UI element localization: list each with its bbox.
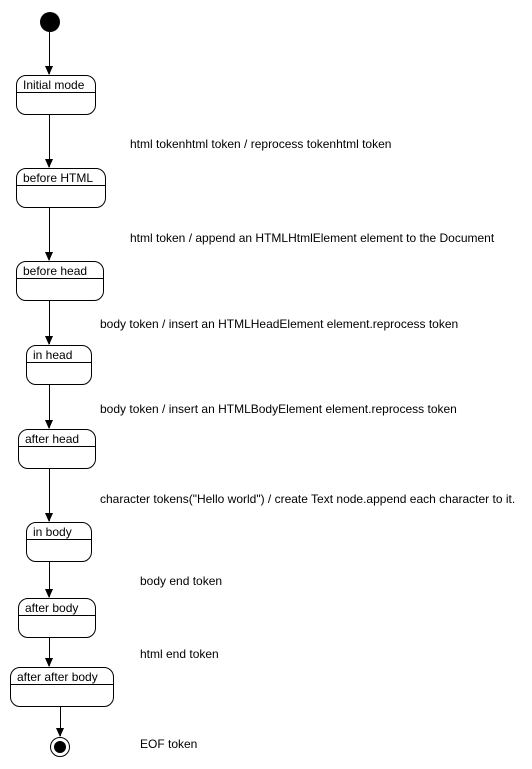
state-after-body: after body bbox=[18, 598, 96, 638]
transition-arrow bbox=[49, 115, 50, 167]
edge-label: character tokens("Hello world") / create… bbox=[100, 493, 515, 506]
state-before-head: before head bbox=[16, 261, 104, 301]
edge-label: html token / append an HTMLHtmlElement e… bbox=[130, 232, 494, 245]
state-in-body: in body bbox=[26, 522, 92, 562]
transition-arrow bbox=[49, 638, 50, 666]
final-state bbox=[50, 737, 70, 757]
state-label: before HTML bbox=[17, 169, 105, 185]
state-label: in head bbox=[27, 346, 91, 362]
transition-arrow bbox=[49, 301, 50, 344]
edge-label: body token / insert an HTMLBodyElement e… bbox=[100, 403, 457, 416]
state-label: Initial mode bbox=[17, 76, 95, 92]
edge-label: body end token bbox=[140, 575, 222, 588]
initial-state bbox=[40, 12, 60, 32]
state-label: after head bbox=[19, 430, 95, 446]
edge-label: html tokenhtml token / reprocess tokenht… bbox=[130, 138, 391, 151]
state-body bbox=[19, 615, 95, 637]
state-body bbox=[17, 185, 105, 207]
state-body bbox=[11, 684, 113, 706]
state-label: after body bbox=[19, 599, 95, 615]
transition-arrow bbox=[49, 385, 50, 428]
state-initial-mode: Initial mode bbox=[16, 75, 96, 115]
state-body bbox=[17, 92, 95, 114]
transition-arrow bbox=[49, 208, 50, 260]
state-after-head: after head bbox=[18, 429, 96, 469]
transition-arrow bbox=[49, 562, 50, 597]
state-body bbox=[17, 278, 103, 300]
state-label: in body bbox=[27, 523, 91, 539]
state-in-head: in head bbox=[26, 345, 92, 385]
state-before-html: before HTML bbox=[16, 168, 106, 208]
state-body bbox=[19, 446, 95, 468]
state-after-after-body: after after body bbox=[10, 667, 114, 707]
edge-label: body token / insert an HTMLHeadElement e… bbox=[100, 318, 458, 331]
state-body bbox=[27, 362, 91, 384]
state-label: after after body bbox=[11, 668, 113, 684]
transition-arrow bbox=[60, 707, 61, 736]
state-label: before head bbox=[17, 262, 103, 278]
edge-label: html end token bbox=[140, 648, 219, 661]
transition-arrow bbox=[49, 32, 50, 74]
transition-arrow bbox=[49, 469, 50, 521]
state-body bbox=[27, 539, 91, 561]
edge-label: EOF token bbox=[140, 738, 197, 751]
